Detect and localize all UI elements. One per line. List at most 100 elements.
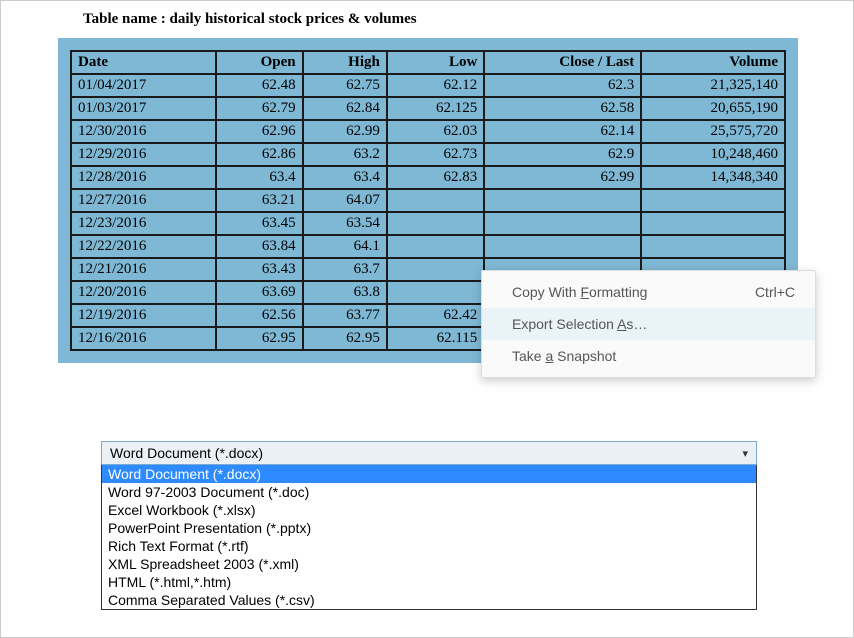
dropdown-selected[interactable]: Word Document (*.docx) ▾ bbox=[101, 441, 757, 465]
table-cell[interactable] bbox=[484, 212, 641, 235]
table-cell[interactable]: 63.8 bbox=[303, 281, 387, 304]
table-cell[interactable]: 62.03 bbox=[387, 120, 484, 143]
table-name-label: Table name : daily historical stock pric… bbox=[83, 11, 841, 28]
table-cell[interactable]: 25,575,720 bbox=[641, 120, 785, 143]
header-volume[interactable]: Volume bbox=[641, 51, 785, 74]
table-cell[interactable]: 12/20/2016 bbox=[71, 281, 216, 304]
menu-snapshot-label: Take a Snapshot bbox=[512, 348, 616, 364]
menu-export-selection[interactable]: Export Selection As… bbox=[482, 308, 815, 340]
table-cell[interactable]: 63.4 bbox=[216, 166, 302, 189]
table-cell[interactable]: 12/29/2016 bbox=[71, 143, 216, 166]
table-cell[interactable] bbox=[387, 235, 484, 258]
table-cell[interactable]: 62.86 bbox=[216, 143, 302, 166]
table-cell[interactable]: 62.14 bbox=[484, 120, 641, 143]
table-cell[interactable]: 62.3 bbox=[484, 74, 641, 97]
table-cell[interactable]: 62.42 bbox=[387, 304, 484, 327]
header-date[interactable]: Date bbox=[71, 51, 216, 74]
table-cell[interactable]: 62.95 bbox=[303, 327, 387, 350]
table-cell[interactable]: 62.125 bbox=[387, 97, 484, 120]
table-cell[interactable]: 12/27/2016 bbox=[71, 189, 216, 212]
table-row[interactable]: 12/29/201662.8663.262.7362.910,248,460 bbox=[71, 143, 785, 166]
table-cell[interactable]: 62.96 bbox=[216, 120, 302, 143]
table-cell[interactable]: 62.56 bbox=[216, 304, 302, 327]
table-cell[interactable]: 12/23/2016 bbox=[71, 212, 216, 235]
table-cell[interactable]: 63.77 bbox=[303, 304, 387, 327]
table-cell[interactable]: 62.99 bbox=[303, 120, 387, 143]
table-cell[interactable]: 64.1 bbox=[303, 235, 387, 258]
table-cell[interactable]: 62.99 bbox=[484, 166, 641, 189]
menu-copy-shortcut: Ctrl+C bbox=[755, 284, 795, 300]
menu-copy-label: Copy With Formatting bbox=[512, 284, 647, 300]
dropdown-selected-text: Word Document (*.docx) bbox=[110, 445, 263, 461]
table-cell[interactable]: 12/16/2016 bbox=[71, 327, 216, 350]
dropdown-option[interactable]: XML Spreadsheet 2003 (*.xml) bbox=[102, 555, 756, 573]
table-cell[interactable] bbox=[641, 235, 785, 258]
menu-take-snapshot[interactable]: Take a Snapshot bbox=[482, 340, 815, 372]
table-cell[interactable]: 62.58 bbox=[484, 97, 641, 120]
table-cell[interactable]: 63.21 bbox=[216, 189, 302, 212]
header-close[interactable]: Close / Last bbox=[484, 51, 641, 74]
table-cell[interactable]: 62.73 bbox=[387, 143, 484, 166]
dropdown-option[interactable]: Word Document (*.docx) bbox=[102, 465, 756, 483]
table-cell[interactable] bbox=[387, 212, 484, 235]
table-cell[interactable]: 63.54 bbox=[303, 212, 387, 235]
table-cell[interactable]: 12/30/2016 bbox=[71, 120, 216, 143]
table-header-row: Date Open High Low Close / Last Volume bbox=[71, 51, 785, 74]
table-cell[interactable]: 12/19/2016 bbox=[71, 304, 216, 327]
table-cell[interactable]: 62.75 bbox=[303, 74, 387, 97]
file-format-dropdown: Word Document (*.docx) ▾ Word Document (… bbox=[101, 441, 757, 610]
table-cell[interactable]: 14,348,340 bbox=[641, 166, 785, 189]
table-cell[interactable]: 64.07 bbox=[303, 189, 387, 212]
menu-export-label: Export Selection As… bbox=[512, 316, 647, 332]
table-cell[interactable]: 62.115 bbox=[387, 327, 484, 350]
header-open[interactable]: Open bbox=[216, 51, 302, 74]
table-cell[interactable]: 20,655,190 bbox=[641, 97, 785, 120]
table-cell[interactable]: 12/21/2016 bbox=[71, 258, 216, 281]
table-cell[interactable] bbox=[387, 281, 484, 304]
dropdown-options-list: Word Document (*.docx)Word 97-2003 Docum… bbox=[101, 465, 757, 610]
table-cell[interactable] bbox=[484, 235, 641, 258]
dropdown-option[interactable]: Excel Workbook (*.xlsx) bbox=[102, 501, 756, 519]
table-row[interactable]: 01/04/201762.4862.7562.1262.321,325,140 bbox=[71, 74, 785, 97]
table-cell[interactable]: 63.69 bbox=[216, 281, 302, 304]
table-cell[interactable] bbox=[641, 189, 785, 212]
table-cell[interactable]: 62.84 bbox=[303, 97, 387, 120]
table-cell[interactable]: 21,325,140 bbox=[641, 74, 785, 97]
table-row[interactable]: 12/23/201663.4563.54 bbox=[71, 212, 785, 235]
dropdown-option[interactable]: Comma Separated Values (*.csv) bbox=[102, 591, 756, 609]
header-high[interactable]: High bbox=[303, 51, 387, 74]
table-cell[interactable]: 62.79 bbox=[216, 97, 302, 120]
table-cell[interactable]: 62.9 bbox=[484, 143, 641, 166]
table-row[interactable]: 12/22/201663.8464.1 bbox=[71, 235, 785, 258]
table-cell[interactable]: 01/03/2017 bbox=[71, 97, 216, 120]
table-cell[interactable] bbox=[387, 189, 484, 212]
table-cell[interactable]: 12/22/2016 bbox=[71, 235, 216, 258]
table-cell[interactable] bbox=[387, 258, 484, 281]
table-cell[interactable]: 63.84 bbox=[216, 235, 302, 258]
table-row[interactable]: 12/27/201663.2164.07 bbox=[71, 189, 785, 212]
table-cell[interactable]: 63.7 bbox=[303, 258, 387, 281]
table-row[interactable]: 01/03/201762.7962.8462.12562.5820,655,19… bbox=[71, 97, 785, 120]
table-cell[interactable]: 12/28/2016 bbox=[71, 166, 216, 189]
table-cell[interactable]: 63.43 bbox=[216, 258, 302, 281]
table-cell[interactable]: 63.45 bbox=[216, 212, 302, 235]
header-low[interactable]: Low bbox=[387, 51, 484, 74]
table-row[interactable]: 12/28/201663.463.462.8362.9914,348,340 bbox=[71, 166, 785, 189]
table-cell[interactable]: 62.12 bbox=[387, 74, 484, 97]
dropdown-option[interactable]: PowerPoint Presentation (*.pptx) bbox=[102, 519, 756, 537]
dropdown-option[interactable]: HTML (*.html,*.htm) bbox=[102, 573, 756, 591]
table-cell[interactable]: 62.95 bbox=[216, 327, 302, 350]
table-cell[interactable] bbox=[484, 189, 641, 212]
table-cell[interactable] bbox=[641, 212, 785, 235]
table-cell[interactable]: 62.83 bbox=[387, 166, 484, 189]
menu-copy-with-formatting[interactable]: Copy With Formatting Ctrl+C bbox=[482, 276, 815, 308]
table-cell[interactable]: 63.2 bbox=[303, 143, 387, 166]
context-menu: Copy With Formatting Ctrl+C Export Selec… bbox=[481, 270, 816, 378]
table-cell[interactable]: 62.48 bbox=[216, 74, 302, 97]
dropdown-option[interactable]: Word 97-2003 Document (*.doc) bbox=[102, 483, 756, 501]
table-row[interactable]: 12/30/201662.9662.9962.0362.1425,575,720 bbox=[71, 120, 785, 143]
dropdown-option[interactable]: Rich Text Format (*.rtf) bbox=[102, 537, 756, 555]
table-cell[interactable]: 10,248,460 bbox=[641, 143, 785, 166]
table-cell[interactable]: 63.4 bbox=[303, 166, 387, 189]
table-cell[interactable]: 01/04/2017 bbox=[71, 74, 216, 97]
